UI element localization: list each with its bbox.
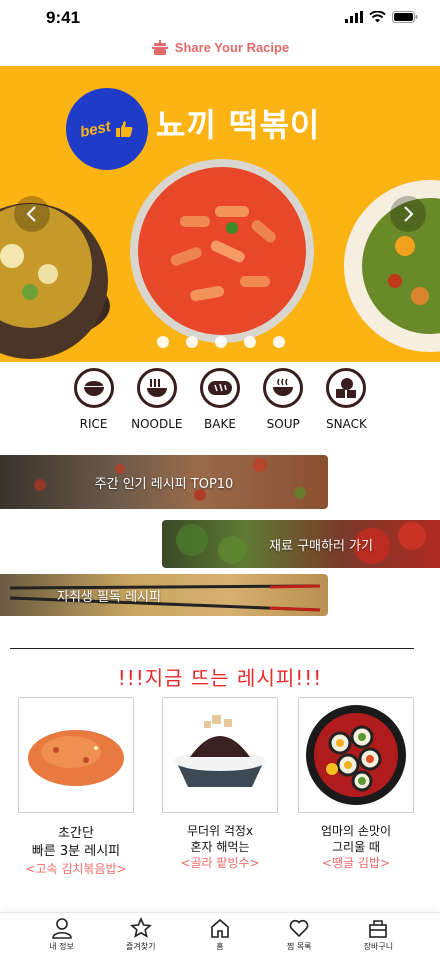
recipe-description-line: 그리울 때 [332, 840, 380, 854]
recipe-description-line: 초간단 [58, 826, 94, 841]
section-divider [10, 648, 414, 649]
status-time: 9:41 [46, 8, 81, 27]
student-recipes-link[interactable]: 자취생 필독 레시피 [0, 574, 328, 616]
category-soup[interactable]: SOUP [252, 368, 315, 431]
buy-ingredients-link[interactable]: 재료 구매하러 가기 [162, 520, 440, 568]
recipe-card[interactable]: 무더위 걱정x 혼자 해먹는 <골라 팥빙수> [162, 697, 278, 871]
weekly-top10-label: 주간 인기 레시피 TOP10 [94, 476, 234, 492]
banner-title: 뇨끼 떡볶이 [156, 106, 321, 144]
category-snack[interactable]: SNACK [315, 368, 378, 431]
home-icon [211, 918, 229, 938]
wifi-icon [369, 11, 386, 23]
chevron-left-icon [26, 206, 36, 222]
banner-dot[interactable] [186, 336, 198, 348]
snack-icon [326, 368, 367, 408]
student-recipes-label: 자취생 필독 레시피 [57, 589, 161, 605]
category-label: SNACK [325, 417, 367, 431]
user-icon [51, 918, 72, 939]
recipe-card[interactable]: 엄마의 손맛이 그리울 때 <땡글 김밥> [298, 697, 414, 871]
chevron-right-icon [404, 206, 414, 222]
category-label: BAKE [204, 417, 236, 431]
nav-label: 내 정보 [49, 942, 74, 951]
app-title: Share Your Racipe [174, 39, 290, 55]
star-icon [129, 917, 152, 938]
soup-bowl-icon [263, 368, 304, 408]
nav-cart[interactable]: 장바구니 [343, 917, 413, 956]
best-badge-label: best [78, 117, 112, 141]
featured-banner[interactable]: best 뇨끼 떡볶이 [0, 66, 440, 362]
recipe-name: <땡글 김밥> [321, 856, 391, 870]
noodles-chopsticks-background-image [9, 584, 321, 612]
pot-logo-icon [151, 40, 168, 55]
trending-section-title: !!!지금 뜨는 레시피!!! [117, 666, 323, 690]
nav-home[interactable]: 홈 [185, 917, 255, 956]
recipe-description-line: 무더위 걱정x [186, 824, 254, 838]
basket-icon [369, 920, 388, 938]
nav-label: 장바구니 [363, 942, 394, 951]
recipe-name: <골라 팥빙수> [180, 856, 260, 870]
category-label: NOODLE [131, 417, 183, 431]
signal-icon [345, 11, 363, 23]
best-badge: best [66, 88, 148, 170]
nav-label: 찜 목록 [286, 942, 312, 951]
battery-icon [392, 11, 418, 23]
recipe-image [298, 697, 414, 813]
buy-ingredients-label: 재료 구매하러 가기 [269, 538, 373, 554]
nav-label: 즐겨찾기 [126, 942, 156, 951]
heart-icon [289, 919, 309, 938]
recipe-image [18, 697, 134, 813]
bread-icon [200, 368, 240, 408]
banner-next-button[interactable] [390, 196, 426, 232]
category-rice[interactable]: RICE [62, 368, 125, 431]
banner-dot[interactable] [244, 336, 256, 348]
nav-my-info[interactable]: 내 정보 [27, 917, 97, 956]
patbingsu-image [174, 715, 266, 787]
banner-pagination [157, 336, 285, 348]
gimbap-image [306, 705, 406, 805]
category-label: RICE [79, 417, 108, 431]
recipe-description-line: 엄마의 손맛이 [320, 824, 392, 838]
app-header: Share Your Racipe [0, 32, 440, 62]
category-label: SOUP [266, 417, 300, 431]
status-bar: 9:41 [0, 0, 440, 34]
thumbs-up-icon [116, 121, 133, 137]
banner-prev-button[interactable] [14, 196, 50, 232]
recipe-description-line: 혼자 해먹는 [190, 840, 250, 854]
category-bake[interactable]: BAKE [188, 368, 251, 431]
recipe-description-line: 빠른 3분 레시피 [31, 844, 121, 859]
recipe-card[interactable]: 초간단 빠른 3분 레시피 <고속 김치볶음밥> [18, 697, 134, 877]
status-icons [345, 11, 418, 23]
kimchi-fried-rice-image [28, 730, 124, 786]
banner-dot[interactable] [273, 336, 285, 348]
nav-wishlist[interactable]: 찜 목록 [264, 917, 334, 956]
rice-bowl-icon [73, 368, 114, 408]
category-noodle[interactable]: NOODLE [125, 368, 188, 431]
nav-favorites[interactable]: 즐겨찾기 [106, 917, 176, 956]
banner-dot[interactable] [215, 336, 227, 348]
category-list: RICE NOODLE BAKE SOUP SNACK [62, 368, 378, 431]
banner-dot[interactable] [157, 336, 169, 348]
bottom-navigation: 내 정보 즐겨찾기 홈 찜 목록 장바구니 [0, 912, 440, 956]
recipe-image [162, 697, 278, 813]
weekly-top10-link[interactable]: 주간 인기 레시피 TOP10 [0, 455, 328, 509]
noodle-bowl-icon [136, 368, 177, 408]
nav-label: 홈 [216, 942, 224, 951]
recipe-name: <고속 김치볶음밥> [25, 862, 127, 876]
